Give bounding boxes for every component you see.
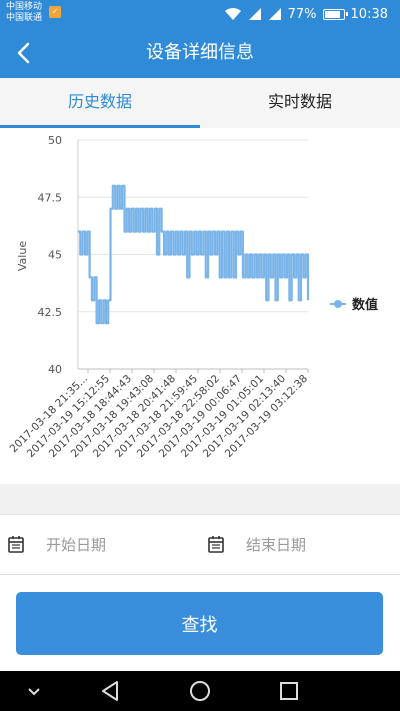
y-tick-label: 45 [48, 249, 62, 262]
battery-percent: 77% [287, 6, 317, 22]
history-chart: 5047.54542.540Value2017-03-18 21:35...20… [8, 134, 378, 460]
wifi-icon [224, 7, 241, 20]
signal-icon [268, 8, 281, 20]
search-button[interactable]: 查找 [16, 592, 383, 655]
calendar-icon [208, 536, 224, 553]
chart-area: 50 47.5 45 42.5 40 Value 2017-03-18 21:35... 20… [0, 128, 400, 484]
system-nav-bar [0, 671, 400, 711]
tab-bar: 历史数据 实时数据 [0, 78, 400, 128]
end-date-picker[interactable]: 结束日期 [200, 515, 400, 573]
recents-icon[interactable] [277, 679, 301, 703]
calendar-icon [8, 536, 24, 553]
end-date-placeholder: 结束日期 [246, 535, 307, 554]
legend-marker [334, 300, 342, 308]
clock: 10:38 [350, 6, 388, 22]
y-tick-label: 47.5 [38, 191, 63, 204]
date-filter-row: 开始日期 结束日期 [0, 515, 400, 573]
section-spacer [0, 484, 400, 514]
back-icon[interactable] [98, 679, 122, 703]
divider [0, 574, 400, 575]
status-bar: 中国移动 中国联通 ✓ 77% 10:38 [0, 0, 400, 28]
y-tick-label: 40 [48, 363, 62, 376]
back-button[interactable] [8, 38, 38, 68]
y-tick-label: 50 [48, 134, 62, 147]
notification-icon: ✓ [49, 6, 61, 18]
back-arrow-icon [17, 42, 30, 64]
signal-icon [248, 8, 261, 20]
tab-history[interactable]: 历史数据 [0, 78, 200, 128]
y-tick-label: 42.5 [38, 306, 63, 319]
battery-icon [322, 8, 348, 20]
app-bar: 设备详细信息 [0, 28, 400, 78]
start-date-placeholder: 开始日期 [46, 535, 107, 554]
carrier-2: 中国联通 [6, 13, 43, 23]
tab-realtime[interactable]: 实时数据 [200, 78, 400, 128]
y-axis-label: Value [16, 241, 29, 271]
status-icons: 77% 10:38 [224, 5, 388, 23]
legend-label: 数值 [352, 297, 378, 313]
home-icon[interactable] [188, 679, 212, 703]
page-title: 设备详细信息 [146, 42, 254, 63]
carrier-1: 中国移动 [6, 2, 43, 12]
hide-keyboard-icon[interactable] [22, 679, 46, 703]
carrier-info: 中国移动 中国联通 [6, 2, 42, 24]
start-date-picker[interactable]: 开始日期 [0, 515, 200, 573]
